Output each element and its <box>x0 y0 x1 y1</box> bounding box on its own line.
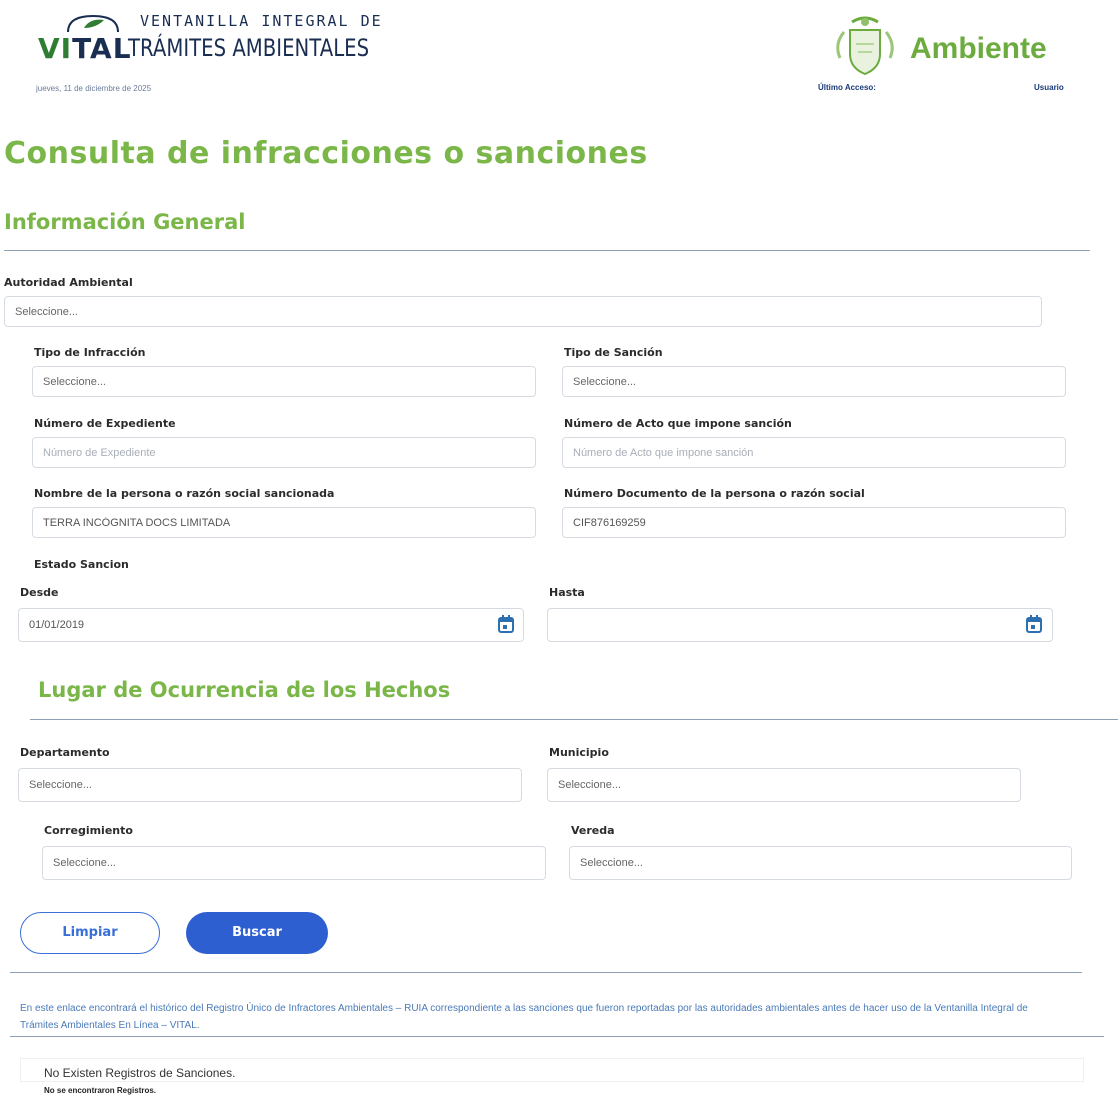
expediente-label: Número de Expediente <box>34 417 176 430</box>
search-button[interactable]: Buscar <box>186 912 328 954</box>
vital-logo[interactable]: VITAL <box>38 32 132 65</box>
departamento-select[interactable]: Seleccione... <box>18 768 522 802</box>
page-title: Consulta de infracciones o sanciones <box>4 136 648 171</box>
ruia-history-link[interactable]: En este enlace encontrará el histórico d… <box>20 1000 1060 1034</box>
estado-sancion-label: Estado Sancion <box>34 558 129 571</box>
empty-results-message: No Existen Registros de Sanciones. <box>44 1066 236 1080</box>
brand-name: Ambiente <box>910 32 1047 65</box>
logo-word-part: VI <box>38 32 73 65</box>
vital-leaf-icon <box>67 14 119 33</box>
logo-title-bottom: TRÁMITES AMBIENTALES <box>128 34 370 62</box>
clear-button[interactable]: Limpiar <box>20 912 160 954</box>
tipo-infraccion-label: Tipo de Infracción <box>34 346 146 359</box>
no-records-found: No se encontraron Registros. <box>44 1086 157 1095</box>
section-title-lugar: Lugar de Ocurrencia de los Hechos <box>38 678 451 702</box>
calendar-icon[interactable] <box>498 615 514 633</box>
municipio-select[interactable]: Seleccione... <box>547 768 1021 802</box>
hasta-date-input[interactable] <box>547 608 1053 642</box>
coat-of-arms-icon <box>836 16 894 76</box>
nombre-sancionado-input[interactable] <box>32 507 536 538</box>
user-label[interactable]: Usuario <box>1034 83 1064 92</box>
desde-date-input[interactable] <box>18 608 524 642</box>
desde-label: Desde <box>20 586 59 599</box>
corregimiento-label: Corregimiento <box>44 824 133 837</box>
section-divider <box>10 1036 1104 1037</box>
nombre-sancionado-label: Nombre de la persona o razón social sanc… <box>34 487 335 500</box>
vereda-select[interactable]: Seleccione... <box>569 846 1072 880</box>
autoridad-ambiental-label: Autoridad Ambiental <box>4 276 133 289</box>
tipo-infraccion-select[interactable]: Seleccione... <box>32 366 536 397</box>
section-divider <box>10 972 1082 973</box>
last-access-label: Último Acceso: <box>818 83 876 92</box>
documento-label: Número Documento de la persona o razón s… <box>564 487 865 500</box>
tipo-sancion-select[interactable]: Seleccione... <box>562 366 1066 397</box>
vereda-label: Vereda <box>571 824 615 837</box>
hasta-label: Hasta <box>549 586 585 599</box>
acto-sancion-label: Número de Acto que impone sanción <box>564 417 792 430</box>
calendar-icon[interactable] <box>1026 615 1042 633</box>
current-date: jueves, 11 de diciembre de 2025 <box>36 84 152 93</box>
acto-sancion-input[interactable] <box>562 437 1066 468</box>
autoridad-ambiental-select[interactable]: Seleccione... <box>4 296 1042 327</box>
section-divider <box>30 719 1118 720</box>
municipio-label: Municipio <box>549 746 609 759</box>
documento-input[interactable] <box>562 507 1066 538</box>
logo-word-part: TAL <box>72 32 132 65</box>
section-title-general: Información General <box>4 210 246 234</box>
section-divider <box>4 250 1090 251</box>
logo-title-top: VENTANILLA INTEGRAL DE <box>140 12 383 30</box>
tipo-sancion-label: Tipo de Sanción <box>564 346 663 359</box>
corregimiento-select[interactable]: Seleccione... <box>42 846 546 880</box>
expediente-input[interactable] <box>32 437 536 468</box>
departamento-label: Departamento <box>20 746 110 759</box>
